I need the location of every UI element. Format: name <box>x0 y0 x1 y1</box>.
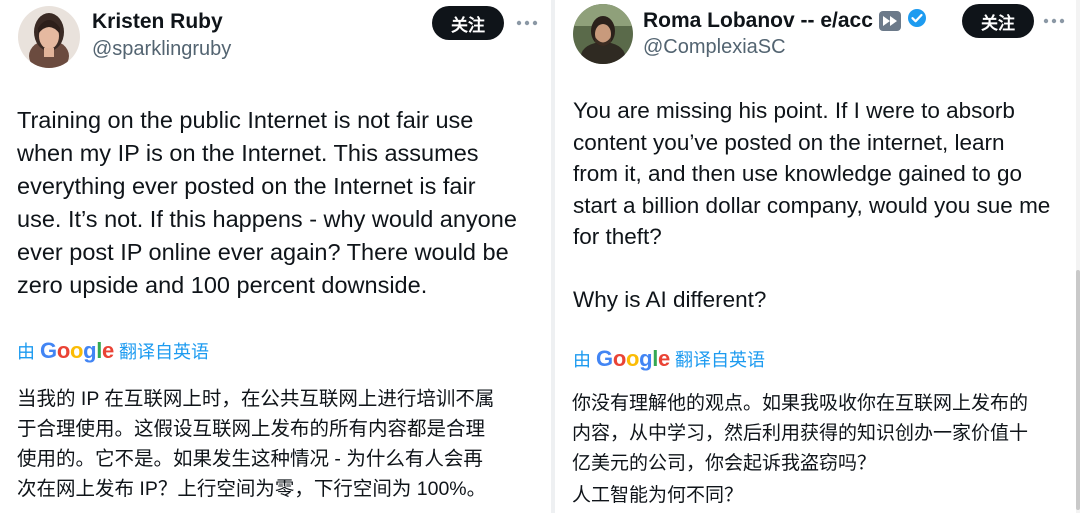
tweet-line: zero upside and 100 percent downside. <box>17 272 428 298</box>
tweet-line: everything ever posted on the Internet i… <box>17 173 476 199</box>
translate-suffix: 翻译自英语 <box>118 342 209 362</box>
translated-by-google-link[interactable]: 由 Google 翻译自英语 <box>573 346 765 372</box>
translated-text: 当我的 IP 在互联网上时，在公共互联网上进行培训不属 于合理使用。这假设互联网… <box>17 384 494 504</box>
translated-line: 当我的 IP 在互联网上时，在公共互联网上进行培训不属 <box>17 388 495 410</box>
tweet-line: when my IP is on the Internet. This assu… <box>17 140 479 166</box>
left-tweet-panel: Kristen Ruby @sparklingruby 关注 Training … <box>0 0 551 513</box>
author-handle[interactable]: @sparklingruby <box>92 38 231 61</box>
tweet-line: Training on the public Internet is not f… <box>17 107 474 133</box>
tweet-line: You are missing his point. If I were to … <box>573 98 1015 123</box>
more-options-icon[interactable] <box>1041 11 1067 31</box>
avatar-image <box>573 4 633 64</box>
translated-line: 内容，从中学习，然后利用获得的知识创办一家价值十 <box>572 423 1029 444</box>
follow-button[interactable]: 关注 <box>962 4 1034 38</box>
translate-suffix: 翻译自英语 <box>674 350 765 370</box>
tweet-line: from it, and then use knowledge gained t… <box>573 161 1023 186</box>
google-logo: Google <box>596 346 670 371</box>
tweet-text: You are missing his point. If I were to … <box>573 95 1050 315</box>
avatar-image <box>18 6 80 68</box>
avatar[interactable] <box>573 4 633 64</box>
right-tweet-panel: Roma Lobanov -- e/acc @ComplexiaSC 关注 Yo… <box>555 0 1080 513</box>
tweet-line: content you’ve posted on the internet, l… <box>573 129 1005 155</box>
fast-forward-emoji-icon <box>878 10 901 31</box>
translated-line: 亿美元的公司，你会起诉我盗窃吗？ <box>572 453 877 474</box>
translated-by-google-link[interactable]: 由 Google 翻译自英语 <box>17 338 209 364</box>
scrollbar-thumb[interactable] <box>1076 270 1080 510</box>
scrollbar-track[interactable] <box>1076 0 1080 513</box>
author-name[interactable]: Kristen Ruby <box>92 10 223 34</box>
translated-line: 使用的。它不是。如果发生这种情况 - 为什么有人会再 <box>17 448 483 470</box>
translated-line: 于合理使用。这假设互联网上发布的所有内容都是合理 <box>17 418 486 440</box>
tweet-line: ever post IP online ever again? There wo… <box>17 239 509 265</box>
translate-prefix: 由 <box>573 350 591 370</box>
author-handle[interactable]: @ComplexiaSC <box>643 36 786 59</box>
translate-prefix: 由 <box>17 342 35 362</box>
google-logo: Google <box>40 338 114 363</box>
translated-text: 你没有理解他的观点。如果我吸收你在互联网上发布的 内容，从中学习，然后利用获得的… <box>572 389 1028 511</box>
verified-badge-icon <box>907 8 927 33</box>
translated-line: 人工智能为何不同？ <box>572 485 744 506</box>
translated-line: 你没有理解他的观点。如果我吸收你在互联网上发布的 <box>572 393 1029 414</box>
tweet-line: for theft? <box>573 224 662 249</box>
avatar[interactable] <box>18 6 80 68</box>
translated-line: 次在网上发布 IP？上行空间为零，下行空间为 100%。 <box>17 478 487 500</box>
author-name[interactable]: Roma Lobanov -- e/acc <box>643 9 873 33</box>
tweet-text: Training on the public Internet is not f… <box>17 104 517 302</box>
tweet-line: Why is AI different? <box>573 286 767 312</box>
tweet-line: use. It’s not. If this happens - why wou… <box>17 206 517 232</box>
tweet-line: start a billion dollar company, would yo… <box>573 192 1051 218</box>
more-options-icon[interactable] <box>514 13 540 33</box>
follow-button[interactable]: 关注 <box>432 6 504 40</box>
